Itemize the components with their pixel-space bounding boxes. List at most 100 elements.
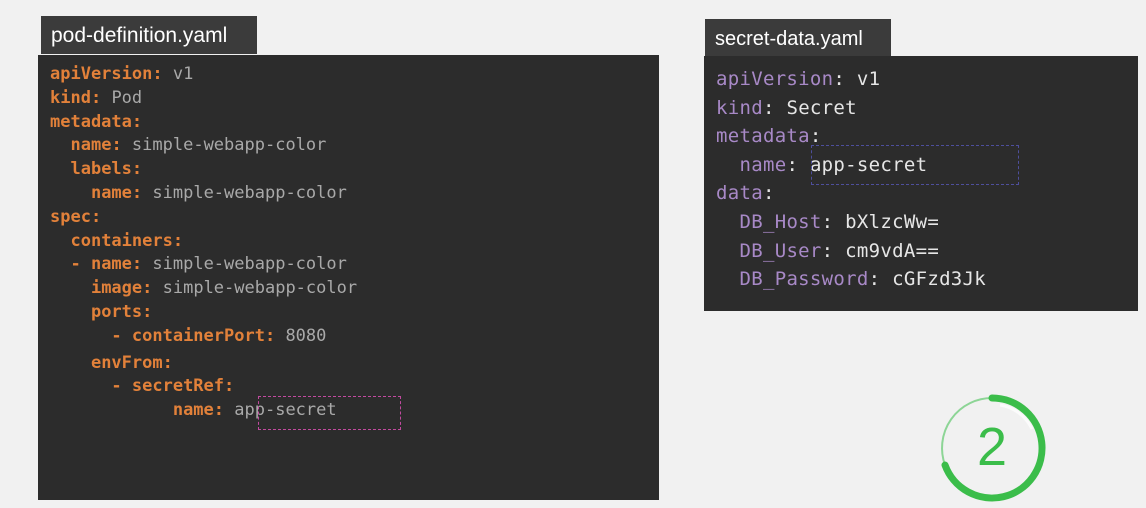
code-line: DB_Password: cGFzd3Jk [716, 269, 986, 289]
yaml-key: metadata [50, 111, 132, 132]
yaml-separator: : [90, 87, 112, 108]
code-line: - name: simple-webapp-color [50, 254, 347, 275]
yaml-separator: : [111, 135, 132, 156]
code-line: apiVersion: v1 [716, 69, 880, 89]
yaml-key: envFrom [90, 352, 163, 373]
code-line: metadata: [50, 112, 142, 132]
yaml-separator: : [868, 268, 893, 291]
code-line: spec: [50, 207, 101, 227]
yaml-key: containerPort [131, 325, 265, 346]
code-indent: - [50, 254, 91, 275]
code-block: apiVersion: v1 kind: Pod metadata: name: s… [38, 55, 659, 500]
yaml-key: secretRef [131, 376, 225, 397]
yaml-key: spec [50, 206, 91, 227]
yaml-key: name [172, 400, 214, 421]
yaml-value: 8080 [285, 325, 327, 346]
yaml-value: simple-webapp-color [162, 278, 358, 299]
yaml-separator: : [131, 111, 143, 132]
yaml-key: name [90, 254, 132, 275]
code-indent: - [50, 376, 132, 397]
yaml-value: v1 [172, 64, 194, 84]
code-line: kind: Secret [716, 98, 857, 118]
step-badge: 2 [937, 393, 1047, 503]
code-line: data: [716, 183, 775, 203]
yaml-key: apiVersion [50, 64, 153, 84]
yaml-key: ports [90, 302, 143, 322]
yaml-value: simple-webapp-color [152, 183, 347, 203]
code-line: DB_User: cm9vdA== [716, 241, 939, 261]
yaml-key: name [739, 153, 787, 176]
yaml-separator: : [786, 153, 810, 176]
yaml-separator: : [90, 206, 102, 227]
yaml-separator: : [131, 183, 153, 203]
code-line: - secretRef: [50, 376, 234, 396]
yaml-separator: : [809, 125, 822, 148]
tab-pod-definition[interactable]: pod-definition.yaml [41, 16, 257, 54]
yaml-separator: : [131, 159, 143, 180]
yaml-key: data [716, 182, 763, 205]
code-line: kind: Pod [50, 88, 142, 108]
yaml-separator: : [142, 302, 153, 322]
yaml-key: DB_Host [739, 211, 822, 233]
yaml-value: bXlzcWw= [845, 211, 940, 233]
yaml-separator: : [762, 182, 775, 205]
yaml-key: DB_Password [739, 268, 869, 291]
code-line: apiVersion: v1 [50, 64, 193, 84]
yaml-value: cm9vdA== [845, 239, 940, 262]
yaml-key: labels [70, 159, 132, 180]
code-panel-pod-definition: apiVersion: v1 kind: Pod metadata: name: s… [38, 55, 659, 500]
yaml-separator: : [224, 376, 235, 397]
highlight-secret-ref-name [258, 396, 401, 430]
yaml-key: containers [70, 230, 173, 251]
code-line: DB_Host: bXlzcWw= [716, 212, 939, 232]
yaml-value: Secret [786, 96, 857, 119]
yaml-value: cGFzd3Jk [892, 268, 987, 291]
code-line: containers: [50, 231, 183, 251]
code-indent: - [50, 325, 132, 346]
yaml-value: simple-webapp-color [131, 135, 327, 156]
yaml-separator: : [162, 352, 173, 373]
code-panel-secret-data: apiVersion: v1 kind: Secret metadata: name… [704, 56, 1138, 311]
yaml-separator: : [264, 325, 286, 346]
yaml-separator: : [213, 400, 235, 421]
yaml-separator: : [131, 254, 153, 275]
yaml-key: name [70, 135, 112, 156]
code-line: labels: [50, 159, 142, 179]
yaml-key: apiVersion [716, 68, 834, 90]
step-number: 2 [976, 417, 1008, 477]
code-line: envFrom: [50, 353, 173, 373]
yaml-separator: : [821, 239, 846, 262]
code-line: - containerPort: 8080 [50, 326, 326, 346]
yaml-separator: : [821, 211, 846, 233]
code-line: metadata: [716, 126, 822, 146]
yaml-separator: : [172, 230, 184, 251]
yaml-separator: : [152, 64, 173, 84]
yaml-separator: : [762, 96, 787, 119]
yaml-key: kind [716, 96, 763, 119]
yaml-value: Pod [111, 87, 143, 108]
yaml-key: metadata [716, 125, 810, 148]
code-line: ports: [50, 302, 152, 322]
yaml-value: simple-webapp-color [152, 254, 347, 275]
code-line: name: simple-webapp-color [50, 135, 326, 155]
code-line: name: simple-webapp-color [50, 183, 347, 203]
yaml-separator: : [142, 278, 163, 299]
highlight-secret-name [811, 145, 1019, 185]
yaml-key: DB_User [739, 239, 822, 262]
yaml-key: image [90, 278, 143, 299]
yaml-key: kind [50, 87, 91, 108]
tab-secret-data[interactable]: secret-data.yaml [705, 19, 891, 57]
yaml-key: name [90, 183, 132, 203]
